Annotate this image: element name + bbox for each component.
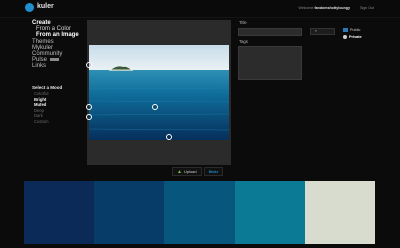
color-swatch-1[interactable] bbox=[24, 181, 95, 244]
ocean-photo-image bbox=[89, 45, 229, 140]
nav-links[interactable]: Links bbox=[32, 63, 86, 69]
account-bar: Welcome fandomshottyloungy Sign Out bbox=[299, 6, 374, 10]
color-picker-2[interactable] bbox=[86, 104, 92, 110]
app-title[interactable]: kuler bbox=[37, 3, 54, 10]
share-icon bbox=[343, 28, 348, 32]
upload-arrow-icon: ▲ bbox=[177, 169, 182, 175]
private-label: Private bbox=[349, 35, 362, 39]
upload-button[interactable]: ▲ Upload bbox=[172, 167, 202, 176]
nav-from-image[interactable]: From an Image bbox=[32, 32, 86, 38]
color-picker-4[interactable] bbox=[152, 104, 158, 110]
sign-out-link[interactable]: Sign Out bbox=[360, 6, 374, 10]
color-swatch-3[interactable] bbox=[164, 181, 235, 244]
upload-label: Upload bbox=[183, 169, 197, 174]
nav-pulse-label: Pulse bbox=[32, 57, 48, 64]
left-nav: Create From a Color From an Image Themes… bbox=[32, 20, 86, 70]
flickr-button[interactable]: flickr bbox=[203, 167, 224, 176]
chevron-down-icon: ▾ bbox=[315, 29, 317, 33]
color-swatch-2[interactable] bbox=[94, 181, 165, 244]
canvas-toolbar: ▲ Upload flickr bbox=[172, 167, 224, 176]
tags-textarea[interactable] bbox=[238, 46, 302, 80]
private-radio[interactable]: Private bbox=[343, 35, 362, 39]
options-dropdown[interactable]: ▾ bbox=[310, 28, 335, 35]
color-picker-3[interactable] bbox=[86, 114, 92, 120]
welcome-text: Welcome bbox=[298, 6, 314, 10]
beta-badge bbox=[50, 58, 60, 62]
color-swatch-4[interactable] bbox=[234, 181, 305, 244]
mood-title: Select a Mood bbox=[32, 85, 63, 90]
top-bar: kuler Welcome fandomshottyloungy Sign Ou… bbox=[0, 0, 400, 18]
public-radio[interactable]: Public bbox=[343, 28, 360, 32]
radio-dot-icon bbox=[343, 35, 347, 39]
title-input[interactable] bbox=[238, 28, 302, 36]
username-link[interactable]: fandomshottyloungy bbox=[314, 6, 350, 10]
color-palette bbox=[24, 181, 376, 244]
tags-label: Tags bbox=[239, 39, 248, 44]
color-swatch-5[interactable] bbox=[304, 181, 376, 244]
mood-selector: Select a Mood Colorful Bright Muted Deep… bbox=[32, 85, 86, 124]
title-label: Title bbox=[239, 20, 247, 25]
color-picker-1[interactable] bbox=[86, 62, 92, 68]
color-picker-5[interactable] bbox=[166, 134, 172, 140]
kuler-logo-icon[interactable] bbox=[25, 3, 34, 12]
mood-option-custom[interactable]: Custom bbox=[32, 119, 86, 125]
source-photo[interactable] bbox=[89, 45, 229, 140]
public-label: Public bbox=[350, 28, 361, 32]
